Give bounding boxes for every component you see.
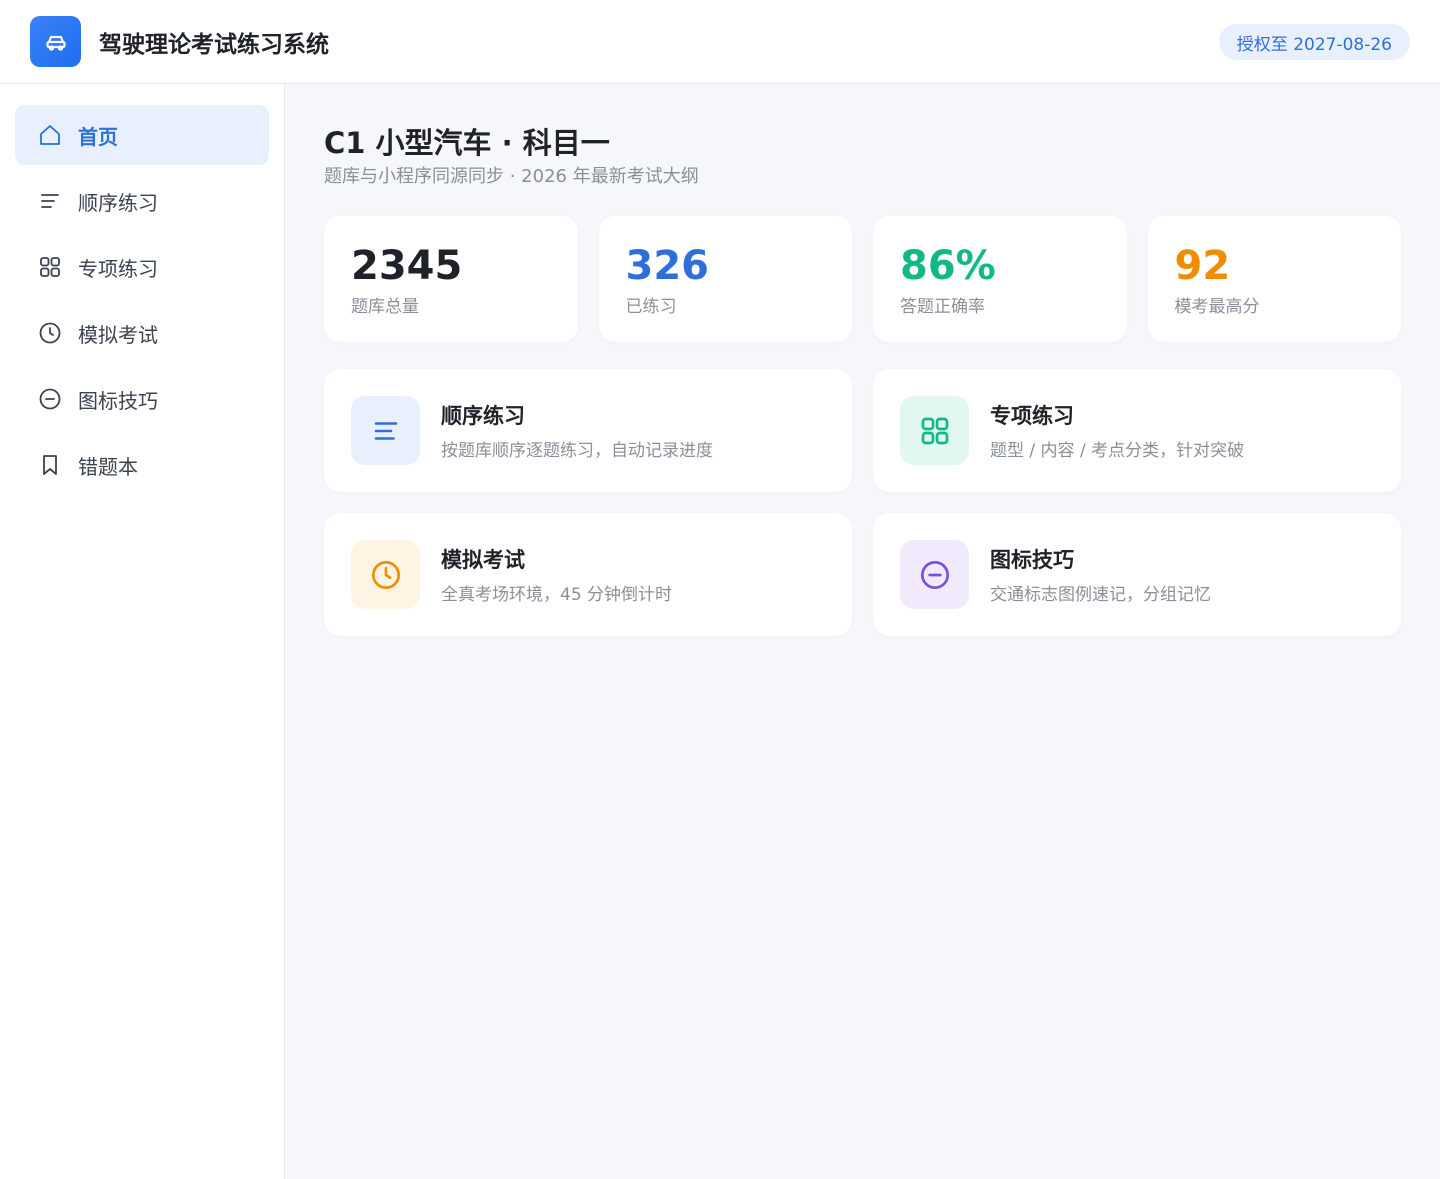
sidebar-item-topic-practice[interactable]: 专项练习 [15, 237, 269, 297]
sidebar-item-label: 首页 [78, 124, 118, 149]
clock-icon [371, 560, 400, 589]
car-icon [45, 35, 66, 51]
page-subtitle: 题库与小程序同源同步 · 2026 年最新考试大纲 [324, 166, 699, 187]
home-icon [37, 122, 63, 148]
stat-label: 已练习 [625, 297, 677, 317]
sidebar-item-label: 专项练习 [78, 256, 158, 281]
app-title: 驾驶理论考试练习系统 [99, 31, 329, 58]
feature-title: 顺序练习 [441, 404, 525, 428]
feature-card-topic-practice[interactable]: 专项练习 题型 / 内容 / 考点分类，针对突破 [873, 369, 1401, 492]
sidebar-item-sign-tips[interactable]: 图标技巧 [15, 369, 269, 429]
feature-title: 专项练习 [990, 404, 1074, 428]
stat-card-practiced: 326 已练习 [598, 216, 852, 342]
feature-description: 交通标志图例速记，分组记忆 [990, 585, 1211, 605]
feature-icon-box [900, 540, 969, 609]
feature-description: 全真考场环境，45 分钟倒计时 [441, 585, 673, 605]
feature-text: 图标技巧 交通标志图例速记，分组记忆 [990, 544, 1211, 605]
feature-icon-box [900, 396, 969, 465]
sidebar-item-label: 顺序练习 [78, 190, 158, 215]
feature-card-sequential-practice[interactable]: 顺序练习 按题库顺序逐题练习，自动记录进度 [324, 369, 852, 492]
feature-grid: 顺序练习 按题库顺序逐题练习，自动记录进度 专项练习 题型 / 内容 / 考点分… [324, 369, 1401, 636]
license-badge: 授权至 2027-08-26 [1218, 24, 1410, 60]
grid-icon [921, 417, 948, 444]
sidebar-item-home[interactable]: 首页 [15, 105, 269, 165]
feature-text: 专项练习 题型 / 内容 / 考点分类，针对突破 [990, 400, 1244, 461]
bookmark-icon [37, 452, 63, 478]
stat-label: 答题正确率 [900, 297, 985, 317]
stats-row: 2345 题库总量 326 已练习 86% 答题正确率 92 模考最高分 [324, 216, 1401, 342]
sidebar-item-label: 图标技巧 [78, 388, 158, 413]
feature-text: 顺序练习 按题库顺序逐题练习，自动记录进度 [441, 400, 713, 461]
stat-card-total-questions: 2345 题库总量 [324, 216, 578, 342]
page-title: C1 小型汽车 · 科目一 [324, 126, 610, 160]
stat-label: 模考最高分 [1174, 297, 1260, 317]
stat-label: 题库总量 [351, 297, 419, 317]
sidebar-item-label: 错题本 [78, 454, 138, 479]
main-content: C1 小型汽车 · 科目一 题库与小程序同源同步 · 2026 年最新考试大纲 … [324, 84, 1401, 636]
stat-value: 326 [625, 243, 710, 289]
stat-value: 2345 [351, 243, 463, 289]
grid-icon [37, 254, 63, 280]
feature-icon-box [351, 396, 420, 465]
list-icon [37, 188, 63, 214]
feature-icon-box [351, 540, 420, 609]
stat-value: 86% [900, 243, 996, 289]
sidebar-item-sequential-practice[interactable]: 顺序练习 [15, 171, 269, 231]
app-logo [30, 16, 81, 67]
minus-circle-icon [920, 560, 949, 589]
clock-icon [37, 320, 63, 346]
top-header: 驾驶理论考试练习系统 授权至 2027-08-26 [0, 0, 1440, 84]
sidebar: 首页 顺序练习 专项练习 模拟考试 图标技巧 错题本 [0, 84, 285, 1179]
feature-card-sign-tips[interactable]: 图标技巧 交通标志图例速记，分组记忆 [873, 513, 1401, 636]
feature-description: 按题库顺序逐题练习，自动记录进度 [441, 441, 713, 461]
sidebar-item-mistakes[interactable]: 错题本 [15, 435, 269, 495]
minus-circle-icon [37, 386, 63, 412]
feature-title: 图标技巧 [990, 548, 1074, 572]
feature-description: 题型 / 内容 / 考点分类，针对突破 [990, 441, 1245, 461]
stat-value: 92 [1174, 243, 1231, 289]
sidebar-item-mock-exam[interactable]: 模拟考试 [15, 303, 269, 363]
feature-title: 模拟考试 [441, 548, 525, 572]
stat-card-best-score: 92 模考最高分 [1147, 216, 1401, 342]
stat-card-accuracy: 86% 答题正确率 [873, 216, 1127, 342]
sidebar-item-label: 模拟考试 [78, 322, 158, 347]
feature-text: 模拟考试 全真考场环境，45 分钟倒计时 [441, 544, 672, 605]
list-icon [374, 421, 397, 440]
feature-card-mock-exam[interactable]: 模拟考试 全真考场环境，45 分钟倒计时 [324, 513, 852, 636]
